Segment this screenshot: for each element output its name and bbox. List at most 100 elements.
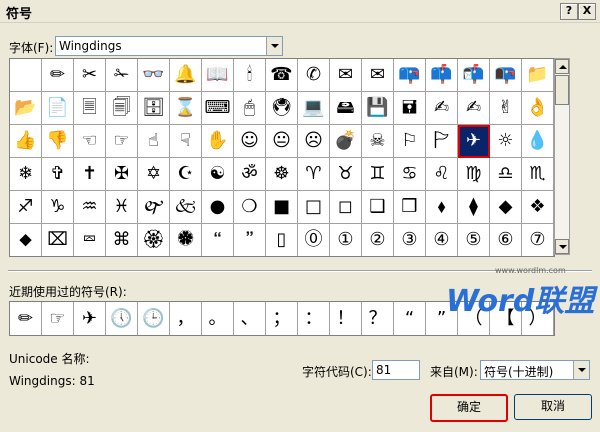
recent-symbol-cell[interactable]: 、: [234, 302, 266, 335]
recent-symbol-cell[interactable]: ✏: [10, 302, 42, 335]
symbol-cell[interactable]: ✋: [202, 125, 234, 158]
from-select[interactable]: 符号(十进制): [480, 360, 590, 380]
symbol-cell[interactable]: 🖴: [330, 92, 362, 125]
symbol-cell[interactable]: [10, 59, 42, 92]
symbol-cell[interactable]: 🙵: [170, 191, 202, 224]
symbol-cell[interactable]: ☼: [490, 125, 522, 158]
scroll-up-icon[interactable]: [555, 59, 569, 74]
recent-symbol-cell[interactable]: ☞: [42, 302, 74, 335]
symbol-cell[interactable]: 😐: [266, 125, 298, 158]
recent-symbol-cell[interactable]: ：: [298, 302, 330, 335]
symbol-cell[interactable]: ✉: [362, 59, 394, 92]
symbol-cell[interactable]: ⧫: [458, 191, 490, 224]
symbol-cell[interactable]: ⑦: [522, 224, 554, 256]
symbol-cell[interactable]: ⮹: [74, 224, 106, 256]
symbol-cell[interactable]: ♎: [490, 158, 522, 191]
symbol-cell[interactable]: ⑤: [458, 224, 490, 256]
symbol-cell[interactable]: 🔔: [170, 59, 202, 92]
recent-symbol-cell[interactable]: 🕔: [106, 302, 138, 335]
symbol-cell[interactable]: 🙷: [234, 224, 266, 256]
symbol-cell[interactable]: ♉: [330, 158, 362, 191]
ok-button[interactable]: 确定: [430, 394, 508, 422]
symbol-cell[interactable]: ♋: [394, 158, 426, 191]
symbol-cell[interactable]: 👍: [10, 125, 42, 158]
recent-symbol-cell[interactable]: ，: [170, 302, 202, 335]
font-select[interactable]: Wingdings: [55, 36, 283, 56]
symbol-cell[interactable]: ③: [394, 224, 426, 256]
symbol-cell[interactable]: ♈: [298, 158, 330, 191]
symbol-cell[interactable]: ♏: [522, 158, 554, 191]
symbol-cell[interactable]: ✂: [74, 59, 106, 92]
symbol-cell[interactable]: ✞: [42, 158, 74, 191]
symbol-cell[interactable]: ■: [266, 191, 298, 224]
symbol-cell[interactable]: 🖬: [394, 92, 426, 125]
symbol-cell[interactable]: ◻: [330, 191, 362, 224]
symbol-cell[interactable]: ⌧: [42, 224, 74, 256]
symbol-cell[interactable]: 🙶: [202, 224, 234, 256]
symbol-cell[interactable]: ⑥: [490, 224, 522, 256]
symbol-cell[interactable]: 🏵: [138, 224, 170, 256]
symbol-cell[interactable]: ✏: [42, 59, 74, 92]
recent-symbol-cell[interactable]: 🕒: [138, 302, 170, 335]
help-button[interactable]: ?: [560, 3, 578, 20]
scroll-down-icon[interactable]: [555, 239, 569, 254]
symbol-cell[interactable]: ⬧: [426, 191, 458, 224]
symbol-cell[interactable]: ☪: [170, 158, 202, 191]
symbol-cell[interactable]: □: [298, 191, 330, 224]
symbol-cell[interactable]: ♊: [362, 158, 394, 191]
symbol-cell[interactable]: ⌨: [202, 92, 234, 125]
symbol-cell[interactable]: ✠: [106, 158, 138, 191]
symbol-cell[interactable]: ◆: [490, 191, 522, 224]
symbol-cell[interactable]: ☸: [266, 158, 298, 191]
symbol-cell[interactable]: 📁: [522, 59, 554, 92]
symbol-cell[interactable]: ❑: [362, 191, 394, 224]
char-code-field[interactable]: 81: [372, 360, 420, 380]
symbol-cell[interactable]: 🖱: [234, 92, 266, 125]
cancel-button[interactable]: 取消: [514, 394, 592, 420]
symbol-cell[interactable]: ②: [362, 224, 394, 256]
symbol-cell[interactable]: ☠: [362, 125, 394, 158]
symbol-cell[interactable]: 🕯: [234, 59, 266, 92]
symbol-cell[interactable]: ✈: [458, 125, 490, 158]
symbol-cell[interactable]: ✍: [426, 92, 458, 125]
recent-symbol-cell[interactable]: “: [394, 302, 426, 335]
symbol-cell[interactable]: 🖲: [266, 92, 298, 125]
symbol-cell[interactable]: ✡: [138, 158, 170, 191]
symbol-cell[interactable]: 💾: [362, 92, 394, 125]
symbol-cell[interactable]: 💧: [522, 125, 554, 158]
symbol-cell[interactable]: ❄: [10, 158, 42, 191]
symbol-cell[interactable]: 👌: [522, 92, 554, 125]
symbol-grid-scrollbar[interactable]: [554, 58, 570, 255]
symbol-cell[interactable]: 📪: [394, 59, 426, 92]
symbol-grid[interactable]: ✏ ✂ ✁ 👓 🔔 📖 🕯 ☎ ✆ ✉ ✉ 📪 📫 📬 📭 📁 📂 📄 🗏 🗐 🗄 ⌛ ⌨ 🖱 🖲 💻 🖴 💾 🖬 ✍ ✍ ✌ 👌 👍 👎 ☜ ☞ ☝ ☟ ✋…: [9, 58, 555, 257]
symbol-cell[interactable]: 📫: [426, 59, 458, 92]
recent-symbol-cell[interactable]: 。: [202, 302, 234, 335]
symbol-cell[interactable]: ☹: [298, 125, 330, 158]
symbol-cell[interactable]: 💻: [298, 92, 330, 125]
symbol-cell[interactable]: ❍: [234, 191, 266, 224]
recent-symbol-cell[interactable]: ？: [362, 302, 394, 335]
scroll-thumb[interactable]: [555, 75, 569, 105]
symbol-cell[interactable]: ⌘: [106, 224, 138, 256]
symbol-cell[interactable]: 🗄: [138, 92, 170, 125]
symbol-cell[interactable]: ☯: [202, 158, 234, 191]
symbol-cell[interactable]: ✆: [298, 59, 330, 92]
symbol-cell[interactable]: ☟: [170, 125, 202, 158]
symbol-cell[interactable]: ✝: [74, 158, 106, 191]
symbol-cell[interactable]: ♓: [106, 191, 138, 224]
symbol-cell[interactable]: 💣: [330, 125, 362, 158]
symbol-cell[interactable]: ⚐: [394, 125, 426, 158]
symbol-cell[interactable]: ●: [202, 191, 234, 224]
symbol-cell[interactable]: ①: [330, 224, 362, 256]
symbol-cell[interactable]: 👓: [138, 59, 170, 92]
close-button[interactable]: X: [578, 3, 596, 20]
symbol-cell[interactable]: ❖: [522, 191, 554, 224]
symbol-cell[interactable]: ④: [426, 224, 458, 256]
symbol-cell[interactable]: ▯: [266, 224, 298, 256]
symbol-cell[interactable]: 🏱: [426, 125, 458, 158]
symbol-cell[interactable]: 📬: [458, 59, 490, 92]
symbol-cell[interactable]: ☝: [138, 125, 170, 158]
recent-symbol-cell[interactable]: ；: [266, 302, 298, 335]
symbol-cell[interactable]: ♌: [426, 158, 458, 191]
symbol-cell[interactable]: ♑: [42, 191, 74, 224]
